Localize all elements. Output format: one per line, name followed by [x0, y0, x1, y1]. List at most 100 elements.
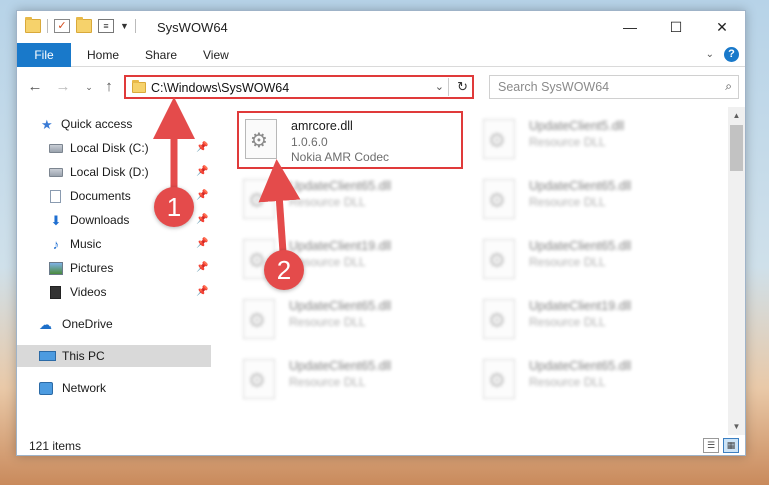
file-tile[interactable]: UpdateClient65.dll Resource DLL — [237, 173, 469, 229]
forward-arrow-icon[interactable]: → — [53, 77, 73, 97]
tab-file[interactable]: File — [17, 43, 71, 67]
file-tile[interactable]: UpdateClient5.dll Resource DLL — [477, 113, 709, 169]
annotation-badge-2: 2 — [264, 250, 304, 290]
file-description: Resource DLL — [529, 195, 606, 209]
sidebar-item-local-disk-d[interactable]: Local Disk (D:) 📌 — [17, 161, 211, 183]
dll-file-icon — [483, 239, 515, 279]
sidebar-item-music[interactable]: ♪ Music 📌 — [17, 233, 211, 255]
sidebar-item-label: Downloads — [70, 213, 130, 227]
toolbar-divider — [47, 19, 48, 33]
sidebar-item-label: Network — [62, 381, 107, 395]
maximize-button[interactable]: ☐ — [653, 11, 699, 43]
back-arrow-icon[interactable]: ← — [25, 77, 45, 97]
status-bar: 121 items ☰ ▦ — [17, 435, 745, 457]
sidebar-item-this-pc[interactable]: This PC — [17, 345, 211, 367]
sidebar-item-local-disk-c[interactable]: Local Disk (C:) 📌 — [17, 137, 211, 159]
file-description: Resource DLL — [529, 315, 606, 329]
dll-file-icon — [483, 179, 515, 219]
file-description: Resource DLL — [529, 255, 606, 269]
file-name: UpdateClient65.dll — [289, 359, 392, 373]
file-name: amrcore.dll — [291, 119, 353, 133]
file-tile-amrcore[interactable]: amrcore.dll 1.0.6.0 Nokia AMR Codec — [237, 111, 463, 169]
search-input[interactable] — [490, 76, 738, 98]
pin-icon: 📌 — [196, 286, 209, 297]
address-divider — [448, 78, 449, 96]
sidebar-item-label: Quick access — [61, 117, 133, 131]
window-title: SysWOW64 — [157, 20, 228, 35]
navigation-bar: ← → ⌄ ↑ C:\Windows\SysWOW64 ⌄ ↻ ⌕ — [17, 73, 745, 103]
star-icon: ★ — [41, 117, 53, 132]
pin-icon: 📌 — [196, 262, 209, 273]
file-name: UpdateClient65.dll — [529, 239, 632, 253]
file-tile[interactable]: UpdateClient65.dll Resource DLL — [477, 353, 709, 409]
scrollbar-thumb[interactable] — [730, 125, 743, 171]
sidebar-item-videos[interactable]: Videos 📌 — [17, 281, 211, 303]
window-controls: — ☐ ✕ — [607, 11, 745, 43]
search-icon[interactable]: ⌕ — [725, 79, 732, 94]
scroll-down-icon[interactable]: ▼ — [728, 418, 745, 435]
dll-file-icon — [483, 359, 515, 399]
file-description: Resource DLL — [289, 315, 366, 329]
toolbar-divider — [134, 19, 136, 33]
up-arrow-icon[interactable]: ↑ — [99, 77, 119, 97]
vertical-scrollbar[interactable]: ▲ ▼ — [728, 107, 745, 435]
file-tile[interactable]: UpdateClient19.dll Resource DLL — [477, 293, 709, 349]
drive-icon — [49, 168, 63, 177]
pin-icon: 📌 — [196, 142, 209, 153]
sidebar-item-onedrive[interactable]: ☁ OneDrive — [17, 313, 211, 335]
details-view-icon[interactable]: ☰ — [703, 438, 719, 453]
navigation-pane: ★ Quick access Local Disk (C:) 📌 Local D… — [17, 109, 211, 433]
folder-icon — [25, 17, 41, 33]
sidebar-item-label: Videos — [70, 285, 107, 299]
address-path[interactable]: C:\Windows\SysWOW64 — [151, 81, 289, 95]
tab-home[interactable]: Home — [87, 43, 119, 67]
properties-check-icon[interactable]: ✓ — [54, 19, 70, 33]
sidebar-item-label: Pictures — [70, 261, 114, 275]
sidebar-item-label: Music — [70, 237, 102, 251]
scroll-up-icon[interactable]: ▲ — [728, 107, 745, 124]
network-icon — [39, 382, 53, 395]
expand-ribbon-icon[interactable]: ⌄ — [706, 49, 714, 60]
title-bar: ✓ ≡ ▼ SysWOW64 — ☐ ✕ — [17, 11, 745, 43]
file-version: 1.0.6.0 — [291, 135, 328, 149]
item-count: 121 items — [29, 439, 82, 453]
help-icon[interactable]: ? — [724, 47, 739, 62]
tiles-view-icon[interactable]: ▦ — [723, 438, 739, 453]
file-name: UpdateClient19.dll — [289, 239, 392, 253]
downloads-icon: ⬇ — [50, 213, 62, 228]
file-description: Resource DLL — [289, 195, 366, 209]
file-tile[interactable]: UpdateClient65.dll Resource DLL — [477, 233, 709, 289]
sidebar-item-pictures[interactable]: Pictures 📌 — [17, 257, 211, 279]
tab-view[interactable]: View — [203, 43, 229, 67]
customize-icon[interactable]: ≡ — [98, 19, 114, 33]
file-tile[interactable]: UpdateClient65.dll Resource DLL — [477, 173, 709, 229]
chevron-down-icon[interactable]: ⌄ — [435, 80, 444, 93]
sidebar-item-label: This PC — [62, 349, 105, 363]
minimize-button[interactable]: — — [607, 11, 653, 43]
search-box[interactable]: ⌕ — [489, 75, 739, 99]
pictures-icon — [49, 262, 63, 275]
sidebar-item-network[interactable]: Network — [17, 377, 211, 399]
videos-icon — [50, 286, 61, 299]
drive-icon — [49, 144, 63, 153]
tab-share[interactable]: Share — [145, 43, 177, 67]
computer-icon — [39, 351, 56, 361]
chevron-down-icon[interactable]: ▼ — [120, 21, 129, 31]
new-folder-icon[interactable] — [76, 17, 92, 33]
refresh-icon[interactable]: ↻ — [457, 79, 468, 95]
file-tile[interactable]: UpdateClient65.dll Resource DLL — [237, 353, 469, 409]
close-button[interactable]: ✕ — [699, 11, 745, 43]
file-name: UpdateClient19.dll — [529, 299, 632, 313]
ribbon-tabs: File Home Share View ⌄ ? — [17, 43, 745, 67]
ribbon-right-controls: ⌄ ? — [706, 47, 739, 62]
sidebar-item-quick-access[interactable]: ★ Quick access — [17, 113, 211, 135]
file-name: UpdateClient65.dll — [529, 359, 632, 373]
address-bar[interactable]: C:\Windows\SysWOW64 ⌄ ↻ — [124, 75, 474, 99]
recent-chevron-icon[interactable]: ⌄ — [79, 77, 99, 97]
pin-icon: 📌 — [196, 214, 209, 225]
sidebar-item-label: OneDrive — [62, 317, 113, 331]
file-name: UpdateClient65.dll — [289, 179, 392, 193]
file-name: UpdateClient65.dll — [529, 179, 632, 193]
file-tile[interactable]: UpdateClient65.dll Resource DLL — [237, 293, 469, 349]
dll-file-icon — [483, 119, 515, 159]
